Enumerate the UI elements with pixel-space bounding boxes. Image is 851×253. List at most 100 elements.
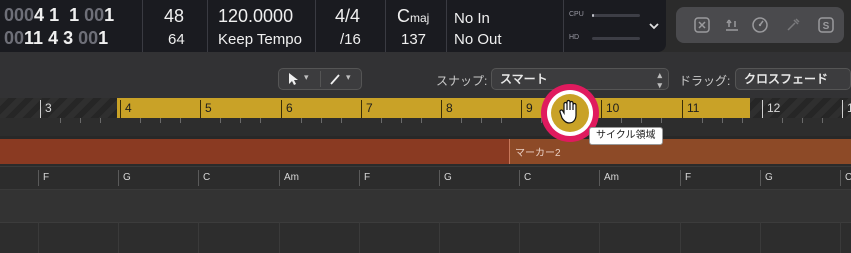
end-bar: 11 xyxy=(24,28,44,48)
position-bar: 4 xyxy=(34,5,45,25)
ruler-bar-3: 3 xyxy=(40,100,52,118)
ruler-tick xyxy=(461,118,462,123)
ruler-tick xyxy=(802,118,803,123)
chord-1[interactable]: G xyxy=(118,170,131,186)
key-number[interactable]: 137 xyxy=(401,29,426,51)
ruler-tick xyxy=(421,118,422,123)
ruler-bar-6: 6 xyxy=(281,100,293,118)
tool-selector: ▾ ▾ xyxy=(278,68,362,90)
ruler-tick xyxy=(160,118,161,123)
ruler-bar-5: 5 xyxy=(200,100,212,118)
cursor-highlight-fill xyxy=(551,94,589,132)
grid-line xyxy=(359,222,360,253)
marker-2[interactable]: マーカー2 xyxy=(509,139,851,164)
track-lane xyxy=(0,190,851,222)
pointer-tool-button[interactable]: ▾ xyxy=(279,69,320,89)
ruler-tick xyxy=(381,118,382,123)
pointer-icon xyxy=(289,73,298,85)
chord-0[interactable]: F xyxy=(38,170,49,186)
position-division: 1 xyxy=(69,5,80,25)
division[interactable]: /16 xyxy=(340,29,361,51)
track-lane xyxy=(0,222,851,253)
chord-2[interactable]: C xyxy=(198,170,210,186)
chord-10[interactable]: C xyxy=(840,170,851,186)
key-root: C xyxy=(397,6,410,26)
bar-ruler[interactable]: 3 4 5 6 7 8 9 10 11 12 13 xyxy=(0,98,851,136)
ruler-bar-7: 7 xyxy=(361,100,373,118)
chord-8[interactable]: F xyxy=(680,170,691,186)
midi-in[interactable]: No In xyxy=(454,8,490,30)
end-tick-zeros: 00 xyxy=(78,28,99,48)
position-tick: 1 xyxy=(104,5,115,25)
grid-line xyxy=(118,222,119,253)
ruler-tick xyxy=(240,118,241,123)
end-tick: 1 xyxy=(98,28,109,48)
drag-value: クロスフェード xyxy=(744,72,829,86)
cpu-meter-fill xyxy=(592,14,594,17)
chord-6[interactable]: C xyxy=(519,170,531,186)
score-icon[interactable]: S xyxy=(817,16,835,34)
chord-9[interactable]: G xyxy=(760,170,773,186)
lcd-divider xyxy=(446,0,447,52)
chord-7[interactable]: Am xyxy=(599,170,619,186)
grid-line xyxy=(760,222,761,253)
cpu-meter[interactable] xyxy=(592,14,640,17)
chevron-down-icon: ▾ xyxy=(304,72,309,82)
tempo-bpm[interactable]: 120.0000 xyxy=(218,5,293,27)
ruler-bar-10: 10 xyxy=(601,100,619,118)
grid-line xyxy=(198,222,199,253)
ruler-tick xyxy=(722,118,723,123)
grid-line xyxy=(599,222,600,253)
key-signature[interactable]: Cmaj xyxy=(397,5,429,29)
ruler-tick xyxy=(180,118,181,123)
chord-4[interactable]: F xyxy=(359,170,370,186)
ruler-tick xyxy=(260,118,261,123)
marker-1[interactable] xyxy=(0,139,509,164)
snap-value: スマート xyxy=(500,72,548,86)
ruler-tick xyxy=(661,118,662,123)
cpu-label: CPU xyxy=(569,11,584,18)
bar-tempo-top[interactable]: 48 xyxy=(164,5,184,27)
midi-out[interactable]: No Out xyxy=(454,29,502,51)
chord-3[interactable]: Am xyxy=(279,170,299,186)
ruler-tick xyxy=(621,118,622,123)
hd-meter[interactable] xyxy=(592,37,640,40)
end-division: 3 xyxy=(63,28,74,48)
grid-line xyxy=(840,222,841,253)
metronome-icon[interactable] xyxy=(751,16,769,34)
chevron-down-icon: ▾ xyxy=(346,72,351,82)
pencil-icon xyxy=(330,74,340,85)
ruler-tick xyxy=(822,118,823,123)
marker-label: マーカー2 xyxy=(515,148,561,159)
position-display[interactable]: 0004 1 1 001 xyxy=(4,4,114,26)
cursor-highlight-ring xyxy=(547,90,593,136)
ruler-tick xyxy=(220,118,221,123)
pencil-tool-button[interactable]: ▾ xyxy=(321,69,362,89)
drag-dropdown[interactable]: クロスフェード xyxy=(735,68,851,90)
tuner-icon[interactable] xyxy=(784,16,802,34)
chevron-down-icon[interactable] xyxy=(646,16,662,36)
bounce-icon[interactable] xyxy=(723,16,741,34)
ruler-tick xyxy=(481,118,482,123)
ruler-bar-11: 11 xyxy=(682,100,699,118)
lcd-divider xyxy=(142,0,143,52)
ruler-tick xyxy=(641,118,642,123)
ruler-tick xyxy=(782,118,783,123)
ruler-tick xyxy=(60,118,61,123)
hd-label: HD xyxy=(569,34,580,41)
close-box-icon[interactable] xyxy=(693,16,711,34)
tempo-mode[interactable]: Keep Tempo xyxy=(218,29,302,51)
ruler-bar-13: 13 xyxy=(842,100,851,118)
updown-icon: ▴ ▾ xyxy=(657,70,662,90)
end-position-display[interactable]: 0011 4 3 001 xyxy=(4,27,108,49)
bar-tempo-bottom[interactable]: 64 xyxy=(168,29,185,51)
snap-label: スナップ: xyxy=(436,74,488,88)
ruler-tick xyxy=(341,118,342,123)
chord-5[interactable]: G xyxy=(439,170,452,186)
time-signature[interactable]: 4/4 xyxy=(335,5,360,27)
lcd-divider xyxy=(207,0,208,52)
ruler-tick xyxy=(140,118,141,123)
key-mode: maj xyxy=(410,11,430,25)
lcd-display[interactable]: 0004 1 1 001 0011 4 3 001 48 64 120.0000… xyxy=(0,0,666,52)
ruler-tick xyxy=(401,118,402,123)
